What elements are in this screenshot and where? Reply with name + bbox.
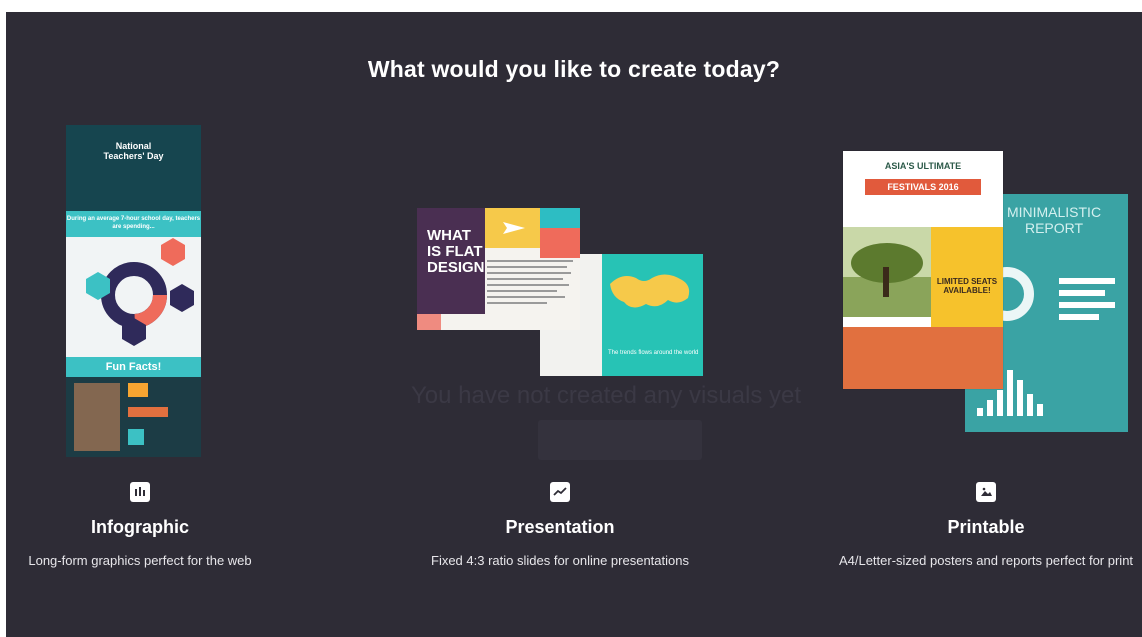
thumbnail-band: During an average 7-hour school day, tea… bbox=[66, 211, 201, 237]
poster-banner: FESTIVALS 2016 bbox=[865, 179, 981, 195]
image-icon bbox=[976, 482, 996, 502]
background-faded-button bbox=[538, 420, 702, 460]
create-modal: You have not created any visuals yet Wha… bbox=[6, 12, 1142, 637]
background-empty-message: You have not created any visuals yet bbox=[411, 382, 802, 409]
thumbnail-bottom bbox=[66, 377, 201, 457]
option-description: Long-form graphics perfect for the web bbox=[28, 553, 252, 568]
paper-plane-icon bbox=[503, 222, 525, 234]
people-grid-graphic bbox=[74, 383, 168, 451]
thumbnail-middle bbox=[66, 237, 201, 357]
poster-footer bbox=[843, 327, 1003, 389]
slide-block-pink bbox=[417, 314, 441, 330]
infographic-info[interactable]: Infographic Long-form graphics perfect f… bbox=[20, 482, 260, 571]
printable-info[interactable]: Printable A4/Letter-sized posters and re… bbox=[832, 482, 1140, 571]
world-map-graphic bbox=[610, 274, 690, 308]
slide-block-yellow bbox=[485, 208, 540, 248]
modal-title: What would you like to create today? bbox=[367, 56, 781, 82]
option-description: A4/Letter-sized posters and reports perf… bbox=[838, 553, 1134, 568]
thumbnail-heading: National Teachers' Day bbox=[103, 141, 164, 161]
thumbnail-fun-facts: Fun Facts! bbox=[66, 357, 201, 377]
tree-photo-graphic bbox=[843, 227, 931, 317]
option-description: Fixed 4:3 ratio slides for online presen… bbox=[431, 553, 689, 568]
slide-map-panel bbox=[602, 254, 703, 376]
infographic-thumbnail[interactable]: National Teachers' Day During an average… bbox=[66, 125, 201, 457]
option-name: Infographic bbox=[91, 517, 189, 537]
slide-caption: The trends flows around the world bbox=[608, 350, 699, 356]
bar-chart-icon bbox=[130, 482, 150, 502]
poster-heading: ASIA'S ULTIMATE bbox=[884, 161, 962, 171]
line-chart-icon bbox=[550, 482, 570, 502]
printable-thumbnail-front[interactable]: ASIA'S ULTIMATE FESTIVALS 2016 LIMITED S… bbox=[843, 151, 1003, 389]
donut-chart-graphic bbox=[86, 238, 194, 346]
thumbnail-top-section: National Teachers' Day bbox=[66, 125, 201, 211]
option-name: Printable bbox=[947, 517, 1025, 537]
presentation-info[interactable]: Presentation Fixed 4:3 ratio slides for … bbox=[420, 482, 700, 571]
slide-body-text-lines bbox=[487, 260, 573, 304]
poster-photo bbox=[843, 227, 931, 317]
option-name: Presentation bbox=[505, 517, 615, 537]
cloud-icon bbox=[540, 208, 580, 228]
poster-offer: LIMITED SEATS AVAILABLE! bbox=[931, 227, 1003, 327]
slide-title: WHAT IS FLAT DESIGN bbox=[417, 208, 485, 314]
presentation-thumbnail-front[interactable]: WHAT IS FLAT DESIGN bbox=[417, 208, 580, 330]
